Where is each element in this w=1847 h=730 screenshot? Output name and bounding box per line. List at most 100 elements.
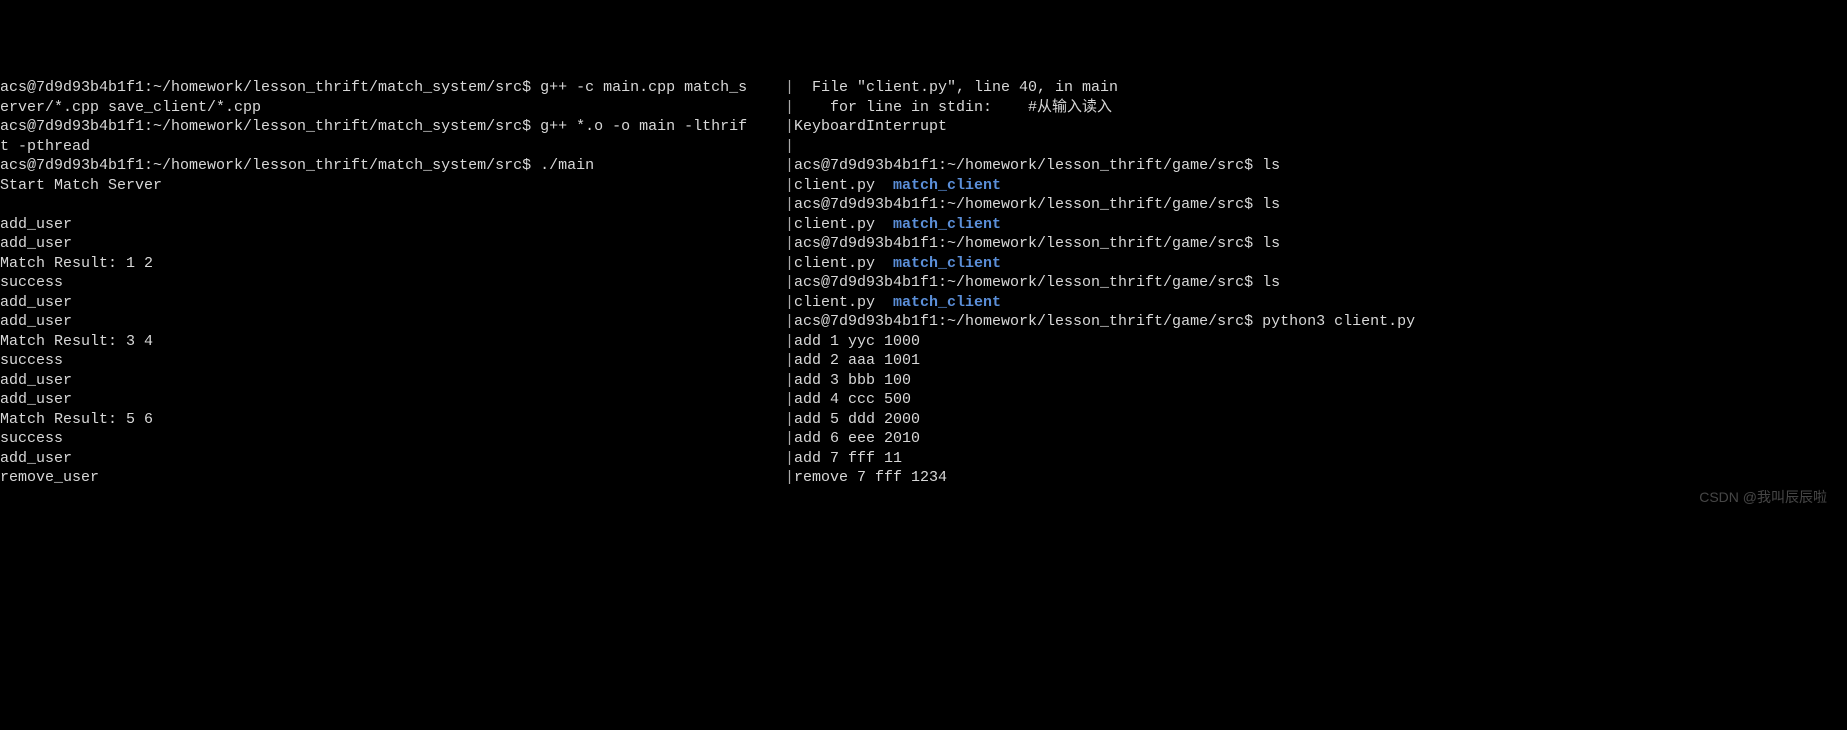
left-pane-line[interactable]: add_user bbox=[0, 234, 785, 254]
right-pane-line[interactable]: client.py match_client bbox=[794, 215, 1415, 235]
left-pane-line[interactable]: acs@7d9d93b4b1f1:~/homework/lesson_thrif… bbox=[0, 156, 785, 176]
right-pane-line[interactable]: for line in stdin: #从输入读入 bbox=[794, 98, 1415, 118]
left-pane-line[interactable] bbox=[0, 195, 785, 215]
right-pane-line[interactable] bbox=[794, 137, 1415, 157]
right-pane-line[interactable]: File "client.py", line 40, in main bbox=[794, 78, 1415, 98]
ls-directory: match_client bbox=[893, 294, 1001, 311]
ls-file: client.py bbox=[794, 216, 893, 233]
terminal-text: add_user bbox=[0, 372, 72, 389]
right-pane-line[interactable]: add 1 yyc 1000 bbox=[794, 332, 1415, 352]
pane-divider: | bbox=[785, 429, 794, 449]
pane-divider: | bbox=[785, 449, 794, 469]
left-pane-line[interactable]: success bbox=[0, 429, 785, 449]
left-pane-line[interactable]: Match Result: 3 4 bbox=[0, 332, 785, 352]
right-pane-line[interactable]: acs@7d9d93b4b1f1:~/homework/lesson_thrif… bbox=[794, 273, 1415, 293]
pane-divider: | bbox=[785, 371, 794, 391]
terminal-text: Start Match Server bbox=[0, 177, 162, 194]
watermark-text: CSDN @我叫辰辰啦 bbox=[1699, 488, 1827, 508]
left-pane-line[interactable]: add_user bbox=[0, 215, 785, 235]
terminal-text: add 1 yyc 1000 bbox=[794, 333, 920, 350]
terminal-row: acs@7d9d93b4b1f1:~/homework/lesson_thrif… bbox=[0, 156, 1415, 176]
terminal-text: add 6 eee 2010 bbox=[794, 430, 920, 447]
terminal-text: File "client.py", line 40, in main bbox=[794, 79, 1118, 96]
left-pane-line[interactable]: Start Match Server bbox=[0, 176, 785, 196]
left-pane-line[interactable]: acs@7d9d93b4b1f1:~/homework/lesson_thrif… bbox=[0, 117, 785, 137]
right-pane-line[interactable]: add 7 fff 11 bbox=[794, 449, 1415, 469]
ls-directory: match_client bbox=[893, 177, 1001, 194]
ls-file: client.py bbox=[794, 177, 893, 194]
ls-file: client.py bbox=[794, 294, 893, 311]
terminal-text: acs@7d9d93b4b1f1:~/homework/lesson_thrif… bbox=[0, 157, 594, 174]
terminal-text: acs@7d9d93b4b1f1:~/homework/lesson_thrif… bbox=[794, 235, 1280, 252]
right-pane-line[interactable]: client.py match_client bbox=[794, 293, 1415, 313]
pane-divider: | bbox=[785, 98, 794, 118]
terminal-row: add_user|client.py match_client bbox=[0, 215, 1415, 235]
pane-divider: | bbox=[785, 312, 794, 332]
right-pane-line[interactable]: add 6 eee 2010 bbox=[794, 429, 1415, 449]
left-pane-line[interactable]: acs@7d9d93b4b1f1:~/homework/lesson_thrif… bbox=[0, 78, 785, 98]
right-pane-line[interactable]: acs@7d9d93b4b1f1:~/homework/lesson_thrif… bbox=[794, 195, 1415, 215]
right-pane-line[interactable]: acs@7d9d93b4b1f1:~/homework/lesson_thrif… bbox=[794, 234, 1415, 254]
terminal-text: add 5 ddd 2000 bbox=[794, 411, 920, 428]
terminal-text: acs@7d9d93b4b1f1:~/homework/lesson_thrif… bbox=[794, 157, 1280, 174]
pane-divider: | bbox=[785, 273, 794, 293]
right-pane-line[interactable]: acs@7d9d93b4b1f1:~/homework/lesson_thrif… bbox=[794, 156, 1415, 176]
terminal-text: remove 7 fff 1234 bbox=[794, 469, 947, 486]
pane-divider: | bbox=[785, 390, 794, 410]
terminal-row: add_user |add 4 ccc 500 bbox=[0, 390, 1415, 410]
terminal-row: Start Match Server |client.py match_clien… bbox=[0, 176, 1415, 196]
left-pane-line[interactable]: erver/*.cpp save_client/*.cpp bbox=[0, 98, 785, 118]
terminal-text: success bbox=[0, 352, 63, 369]
terminal-row: success|add 6 eee 2010 bbox=[0, 429, 1415, 449]
left-pane-line[interactable]: add_user bbox=[0, 312, 785, 332]
left-pane-line[interactable]: add_user bbox=[0, 371, 785, 391]
ls-directory: match_client bbox=[893, 216, 1001, 233]
terminal-text: add_user bbox=[0, 313, 72, 330]
left-pane-line[interactable]: success bbox=[0, 351, 785, 371]
terminal-text: acs@7d9d93b4b1f1:~/homework/lesson_thrif… bbox=[0, 118, 747, 135]
left-pane-line[interactable]: success bbox=[0, 273, 785, 293]
right-pane-line[interactable]: add 4 ccc 500 bbox=[794, 390, 1415, 410]
terminal-text: add 4 ccc 500 bbox=[794, 391, 911, 408]
ls-file: client.py bbox=[794, 255, 893, 272]
pane-divider: | bbox=[785, 332, 794, 352]
terminal-text: KeyboardInterrupt bbox=[794, 118, 947, 135]
terminal-text: for line in stdin: #从输入读入 bbox=[794, 99, 1112, 116]
right-pane-line[interactable]: remove 7 fff 1234 bbox=[794, 468, 1415, 488]
right-pane-line[interactable]: acs@7d9d93b4b1f1:~/homework/lesson_thrif… bbox=[794, 312, 1415, 332]
terminal-row: acs@7d9d93b4b1f1:~/homework/lesson_thrif… bbox=[0, 117, 1415, 137]
right-pane-line[interactable]: add 3 bbb 100 bbox=[794, 371, 1415, 391]
left-pane-line[interactable]: Match Result: 1 2 bbox=[0, 254, 785, 274]
pane-divider: | bbox=[785, 176, 794, 196]
terminal-text: Match Result: 1 2 bbox=[0, 255, 153, 272]
terminal-row: success|acs@7d9d93b4b1f1:~/homework/less… bbox=[0, 273, 1415, 293]
terminal-row: erver/*.cpp save_client/*.cpp| for line … bbox=[0, 98, 1415, 118]
terminal-text: acs@7d9d93b4b1f1:~/homework/lesson_thrif… bbox=[794, 196, 1280, 213]
left-pane-line[interactable]: add_user bbox=[0, 390, 785, 410]
terminal-text: add_user bbox=[0, 391, 72, 408]
left-pane-line[interactable]: add_user bbox=[0, 449, 785, 469]
terminal-row: |acs@7d9d93b4b1f1:~/homework/lesson_thri… bbox=[0, 195, 1415, 215]
right-pane-line[interactable]: client.py match_client bbox=[794, 176, 1415, 196]
left-pane-line[interactable]: t -pthread bbox=[0, 137, 785, 157]
right-pane-line[interactable]: add 5 ddd 2000 bbox=[794, 410, 1415, 430]
left-pane-line[interactable]: add_user bbox=[0, 293, 785, 313]
right-pane-line[interactable]: add 2 aaa 1001 bbox=[794, 351, 1415, 371]
left-pane-line[interactable]: remove_user bbox=[0, 468, 785, 488]
terminal-split-view: acs@7d9d93b4b1f1:~/homework/lesson_thrif… bbox=[0, 78, 1847, 593]
terminal-row: Match Result: 1 2 |client.py match_client bbox=[0, 254, 1415, 274]
terminal-text: remove_user bbox=[0, 469, 99, 486]
pane-divider: | bbox=[785, 117, 794, 137]
right-pane-line[interactable]: client.py match_client bbox=[794, 254, 1415, 274]
pane-divider: | bbox=[785, 254, 794, 274]
terminal-text: add 7 fff 11 bbox=[794, 450, 902, 467]
terminal-rows[interactable]: acs@7d9d93b4b1f1:~/homework/lesson_thrif… bbox=[0, 78, 1415, 593]
pane-divider: | bbox=[785, 156, 794, 176]
pane-divider: | bbox=[785, 215, 794, 235]
pane-divider: | bbox=[785, 195, 794, 215]
pane-divider: | bbox=[785, 78, 794, 98]
right-pane-line[interactable]: KeyboardInterrupt bbox=[794, 117, 1415, 137]
pane-divider: | bbox=[785, 234, 794, 254]
terminal-text: add_user bbox=[0, 235, 72, 252]
left-pane-line[interactable]: Match Result: 5 6 bbox=[0, 410, 785, 430]
